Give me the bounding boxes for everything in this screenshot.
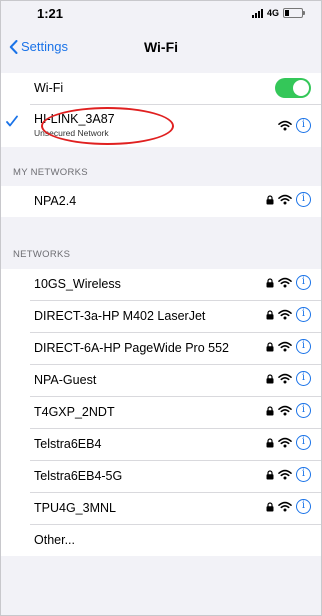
page-title: Wi-Fi	[143, 39, 179, 55]
wifi-signal-icon	[278, 501, 292, 512]
info-button[interactable]: i	[296, 307, 311, 322]
network-name: DIRECT-6A-HP PageWide Pro 552	[34, 341, 229, 355]
lock-icon	[266, 277, 274, 287]
status-bar: 1:21 4G	[1, 1, 321, 29]
wifi-signal-icon	[278, 120, 292, 131]
lock-icon	[266, 341, 274, 351]
network-name: Telstra6EB4-5G	[34, 469, 123, 483]
wifi-signal-icon	[278, 405, 292, 416]
wifi-signal-icon	[278, 341, 292, 352]
network-name: NPA-Guest	[34, 373, 97, 387]
lock-icon	[266, 501, 274, 511]
info-button[interactable]: i	[296, 467, 311, 482]
network-icons: i	[266, 435, 311, 450]
wifi-toggle-label: Wi-Fi	[34, 81, 64, 95]
network-icons: i	[266, 339, 311, 354]
info-button[interactable]: i	[296, 371, 311, 386]
network-name: DIRECT-3a-HP M402 LaserJet	[34, 309, 206, 323]
signal-icon	[251, 8, 263, 18]
network-row[interactable]: Telstra6EB4-5G i	[30, 461, 321, 493]
network-name: 10GS_Wireless	[34, 277, 121, 291]
network-icons: i	[266, 403, 311, 418]
wifi-settings-screen: 1:21 4G Settings Wi-Fi Wi-Fi HI-LINK_3A8…	[0, 0, 322, 616]
network-name: TPU4G_3MNL	[34, 501, 116, 515]
wifi-signal-icon	[278, 277, 292, 288]
checkmark-icon	[6, 115, 18, 127]
network-row[interactable]: NPA2.4 i	[30, 186, 321, 217]
connected-network-row[interactable]: HI-LINK_3A87 Unsecured Network i	[6, 105, 321, 147]
network-row[interactable]: TPU4G_3MNL i	[30, 493, 321, 525]
network-row[interactable]: 10GS_Wireless i	[30, 269, 321, 301]
battery-icon	[283, 8, 305, 18]
network-icons: i	[266, 307, 311, 322]
status-time: 1:21	[37, 6, 64, 21]
wifi-signal-icon	[278, 437, 292, 448]
status-right: 4G	[251, 8, 305, 18]
wifi-signal-icon	[278, 373, 292, 384]
my-networks-group: NPA2.4 i	[1, 186, 321, 217]
network-icons: i	[266, 467, 311, 482]
network-icons: i	[266, 371, 311, 386]
wifi-toggle-group: Wi-Fi HI-LINK_3A87 Unsecured Network i	[1, 73, 321, 147]
network-name: NPA2.4	[34, 194, 77, 208]
network-row[interactable]: DIRECT-6A-HP PageWide Pro 552 i	[30, 333, 321, 365]
networks-group: 10GS_Wireless i DIRECT-3a-HP M402 LaserJ…	[1, 269, 321, 556]
info-button[interactable]: i	[296, 435, 311, 450]
lock-icon	[266, 405, 274, 415]
network-row[interactable]: NPA-Guest i	[30, 365, 321, 397]
lock-icon	[266, 469, 274, 479]
wifi-signal-icon	[278, 309, 292, 320]
network-row[interactable]: T4GXP_2NDT i	[30, 397, 321, 429]
network-name: T4GXP_2NDT	[34, 405, 115, 419]
navigation-bar: Settings Wi-Fi	[1, 31, 321, 65]
other-network-label: Other...	[34, 533, 75, 547]
network-icons: i	[266, 499, 311, 514]
wifi-signal-icon	[278, 469, 292, 480]
network-name: Telstra6EB4	[34, 437, 102, 451]
network-type: 4G	[266, 8, 279, 18]
wifi-toggle-switch[interactable]	[275, 78, 311, 98]
wifi-signal-icon	[278, 194, 292, 205]
info-button[interactable]: i	[296, 403, 311, 418]
network-icons: i	[266, 192, 311, 207]
info-button[interactable]: i	[296, 339, 311, 354]
network-row[interactable]: DIRECT-3a-HP M402 LaserJet i	[30, 301, 321, 333]
info-button[interactable]: i	[296, 499, 311, 514]
lock-icon	[266, 373, 274, 383]
annotation-circle	[41, 107, 174, 145]
lock-icon	[266, 309, 274, 319]
lock-icon	[266, 437, 274, 447]
lock-icon	[266, 194, 274, 204]
networks-header: NETWORKS	[13, 249, 71, 260]
wifi-toggle-row: Wi-Fi	[30, 73, 321, 105]
other-network-row[interactable]: Other...	[30, 525, 321, 556]
network-row[interactable]: Telstra6EB4 i	[30, 429, 321, 461]
my-networks-header: MY NETWORKS	[13, 167, 88, 178]
info-button[interactable]: i	[296, 275, 311, 290]
info-button[interactable]: i	[296, 118, 311, 133]
info-button[interactable]: i	[296, 192, 311, 207]
network-icons: i	[266, 275, 311, 290]
connected-icons: i	[278, 118, 311, 133]
